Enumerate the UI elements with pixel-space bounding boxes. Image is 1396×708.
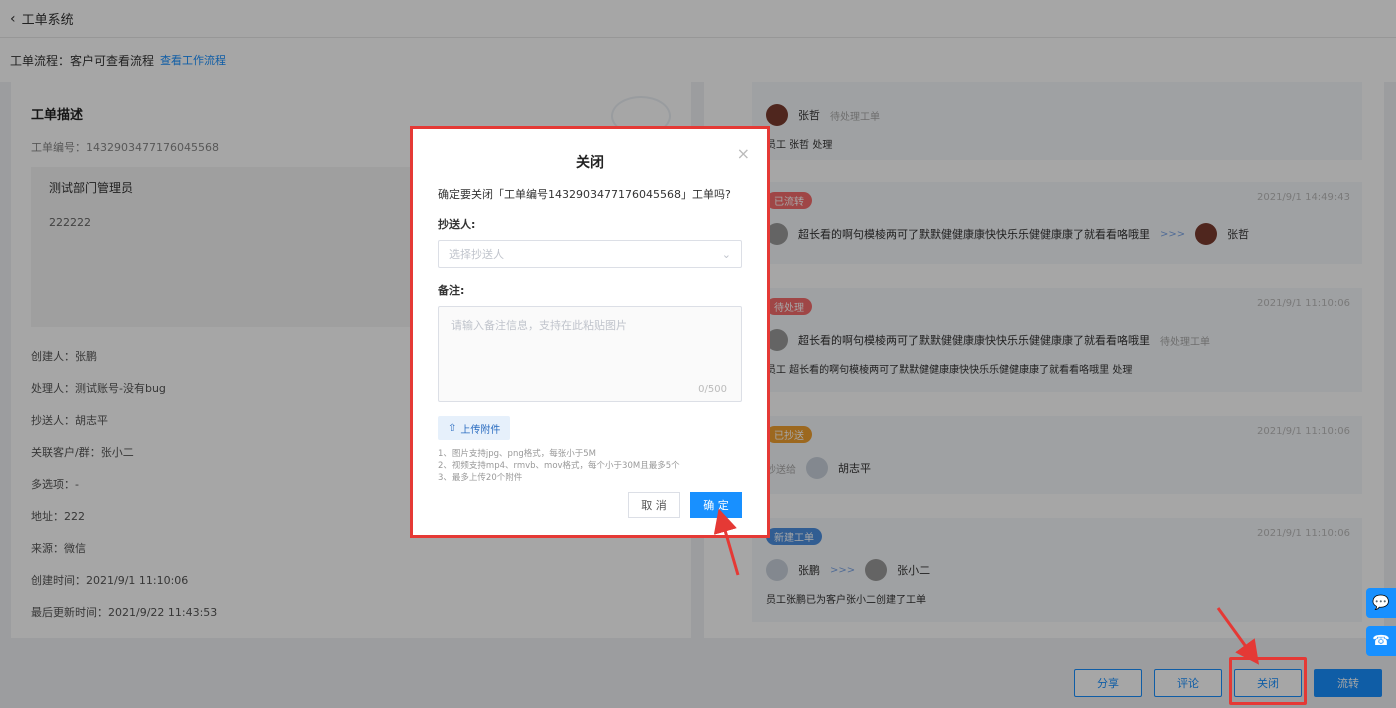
- arrow-to-confirm: [713, 508, 740, 576]
- annotation-arrows: [713, 508, 1260, 665]
- arrow-to-close: [1216, 607, 1260, 665]
